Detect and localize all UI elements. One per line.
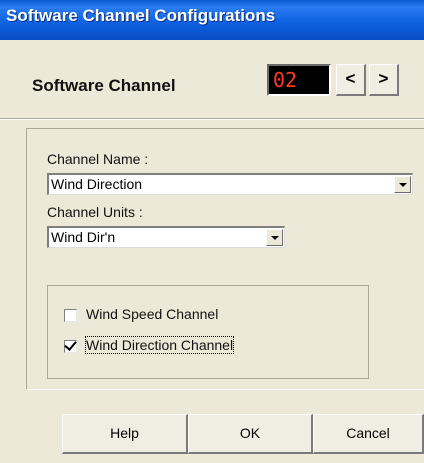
wind-direction-label: Wind Direction Channel bbox=[84, 336, 235, 354]
channel-type-group: Wind Speed Channel Wind Direction Channe… bbox=[47, 285, 369, 379]
help-button[interactable]: Help bbox=[62, 414, 188, 454]
checkmark-icon bbox=[64, 338, 77, 351]
divider bbox=[0, 118, 424, 120]
cancel-button[interactable]: Cancel bbox=[313, 414, 424, 454]
window-title: Software Channel Configurations bbox=[6, 6, 276, 25]
channel-number-display: 02 bbox=[267, 64, 331, 96]
channel-units-dropdown[interactable]: Wind Dir'n bbox=[47, 226, 285, 248]
previous-channel-button[interactable]: < bbox=[336, 64, 366, 96]
channel-name-dropdown[interactable]: Wind Direction bbox=[47, 173, 413, 195]
channel-units-label: Channel Units : bbox=[47, 204, 143, 220]
wind-speed-label: Wind Speed Channel bbox=[86, 306, 219, 322]
chevron-down-icon[interactable] bbox=[266, 229, 283, 246]
chevron-down-icon[interactable] bbox=[394, 176, 411, 193]
channel-selector: Software Channel 02 < > bbox=[0, 40, 424, 120]
software-channel-dialog: Software Channel Configurations Software… bbox=[0, 0, 424, 463]
software-channel-label: Software Channel bbox=[32, 76, 176, 95]
wind-direction-checkbox[interactable] bbox=[64, 338, 77, 353]
channel-name-label: Channel Name : bbox=[47, 151, 149, 167]
next-channel-button[interactable]: > bbox=[369, 64, 399, 96]
channel-units-value: Wind Dir'n bbox=[51, 229, 116, 245]
title-bar[interactable]: Software Channel Configurations bbox=[0, 0, 424, 40]
wind-speed-checkbox[interactable] bbox=[64, 309, 77, 322]
channel-name-value: Wind Direction bbox=[51, 176, 143, 192]
channel-settings-panel: Channel Name : Wind Direction Channel Un… bbox=[26, 128, 424, 390]
ok-button[interactable]: OK bbox=[188, 414, 313, 454]
channel-number: 02 bbox=[273, 68, 298, 92]
